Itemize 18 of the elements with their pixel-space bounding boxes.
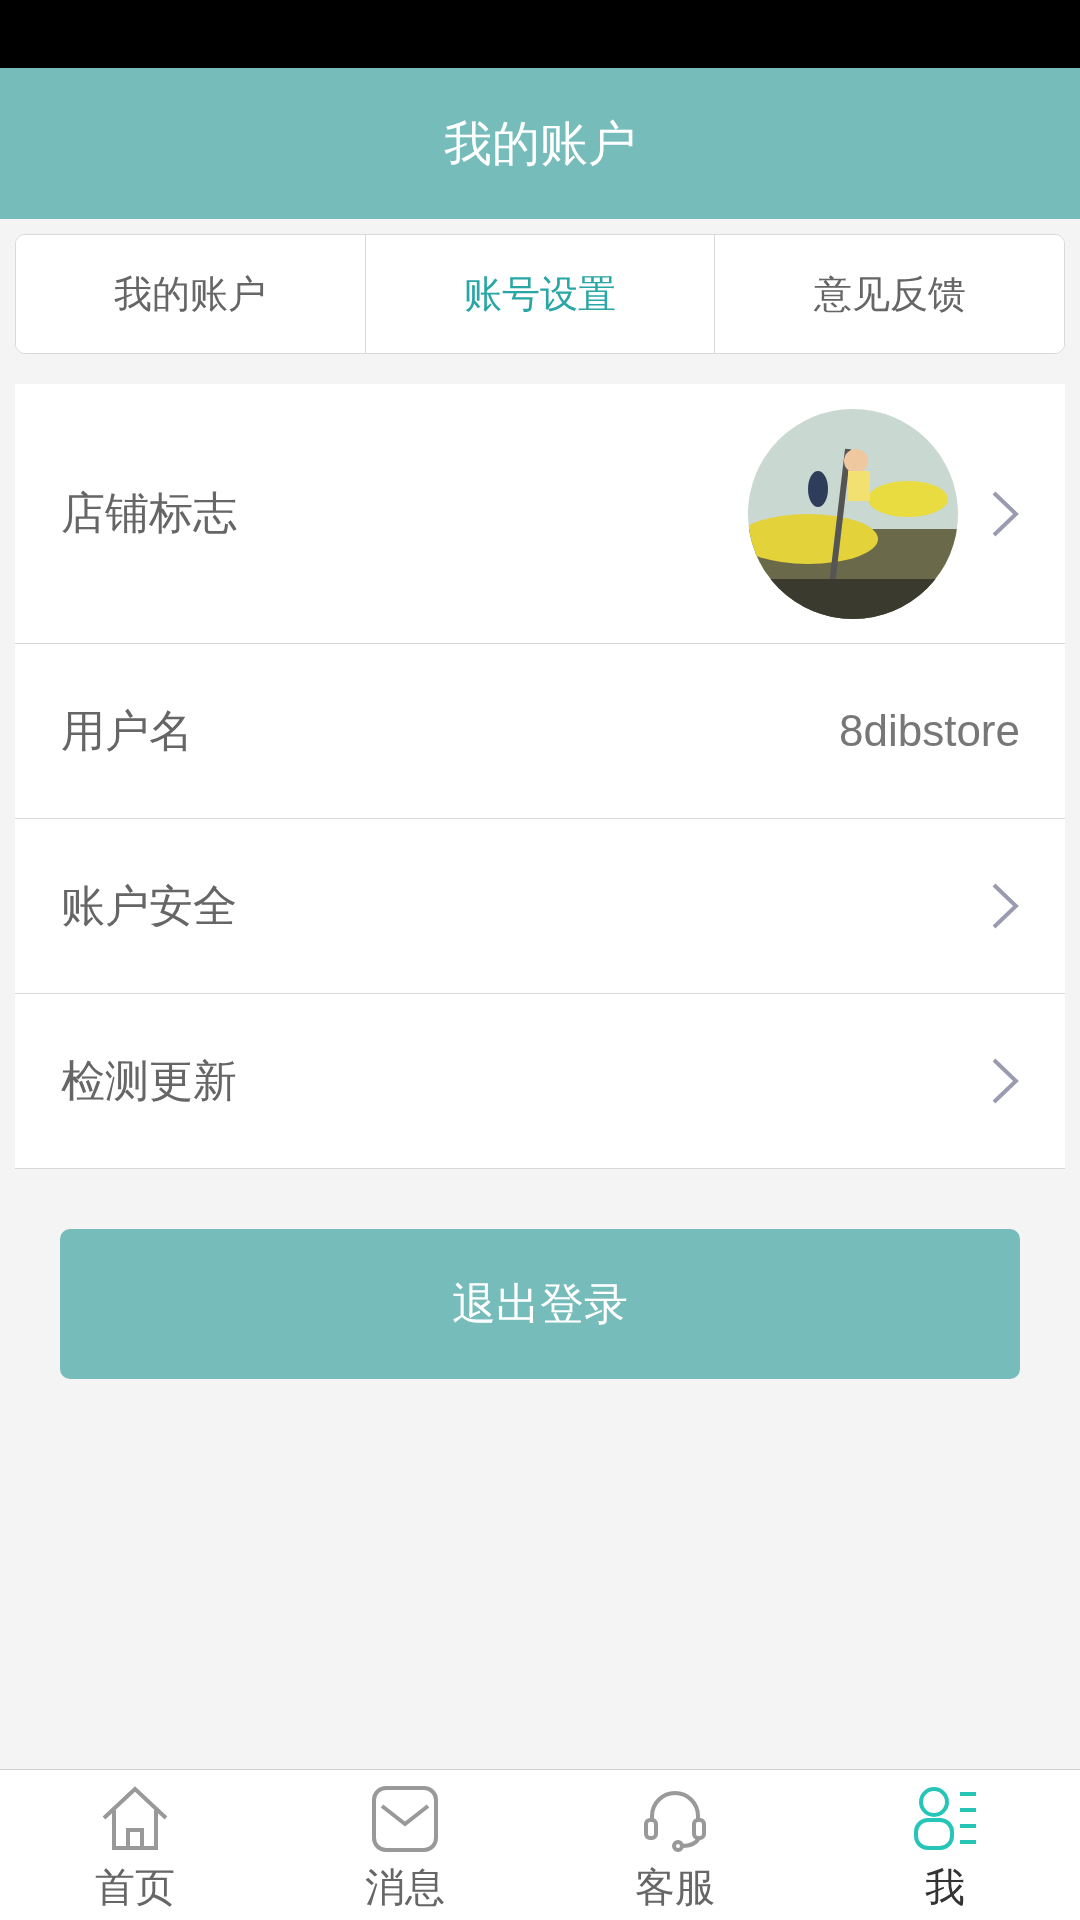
- row-label: 账户安全: [61, 878, 238, 933]
- settings-row[interactable]: 账户安全: [15, 819, 1065, 994]
- nav-item[interactable]: 首页: [0, 1770, 270, 1920]
- settings-row[interactable]: 检测更新: [15, 994, 1065, 1169]
- row-label: 店铺标志: [61, 486, 238, 540]
- settings-row[interactable]: 店铺标志: [15, 384, 1065, 644]
- chevron-icon: [990, 881, 1020, 931]
- message-icon: [370, 1784, 440, 1854]
- nav-item[interactable]: 客服: [540, 1770, 810, 1920]
- page-title: 我的账户: [444, 113, 636, 173]
- row-label: 用户名: [61, 703, 194, 758]
- nav-item[interactable]: 消息: [270, 1770, 540, 1920]
- nav-item[interactable]: 我: [810, 1770, 1080, 1920]
- settings-row[interactable]: 用户名 8dibstore: [15, 644, 1065, 819]
- chevron-icon: [990, 1056, 1020, 1106]
- username-value: 8dibstore: [839, 706, 1020, 756]
- row-label: 检测更新: [61, 1053, 238, 1108]
- tab[interactable]: 意见反馈: [714, 235, 1064, 353]
